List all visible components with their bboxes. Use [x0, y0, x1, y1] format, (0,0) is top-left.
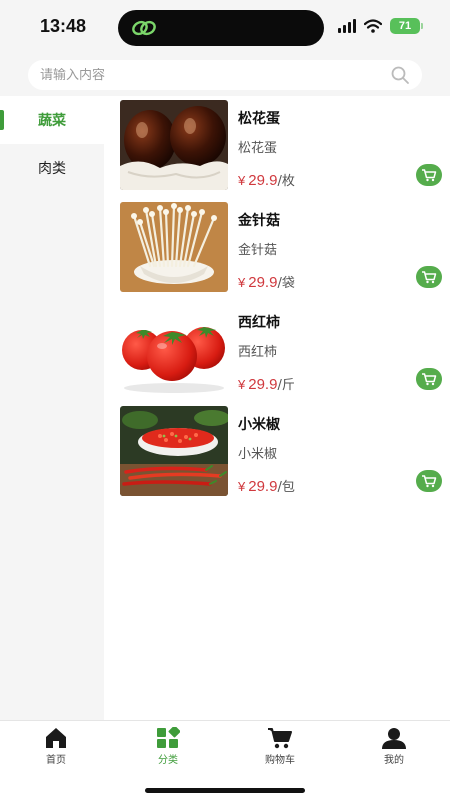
price-unit: /包 — [277, 480, 295, 495]
price-value: 29.9 — [248, 478, 278, 495]
link-icon — [132, 20, 156, 36]
sidebar-item-vegetables[interactable]: 蔬菜 — [0, 96, 104, 144]
tab-label: 购物车 — [265, 755, 295, 766]
category-icon — [157, 727, 180, 748]
product-subtitle: 小米椒 — [238, 447, 278, 462]
price-unit: /斤 — [277, 378, 295, 393]
add-to-cart-button[interactable] — [416, 470, 442, 492]
add-to-cart-button[interactable] — [416, 164, 442, 186]
cart-icon — [422, 271, 437, 284]
cart-icon — [268, 728, 292, 749]
price-unit: /枚 — [277, 174, 295, 189]
sidebar-item-meat[interactable]: 肉类 — [0, 144, 104, 192]
product-price: ¥29.9/斤 — [238, 374, 295, 393]
currency-symbol: ¥ — [238, 173, 246, 188]
cart-icon — [422, 169, 437, 182]
battery-indicator: 71 — [390, 18, 423, 34]
currency-symbol: ¥ — [238, 275, 246, 290]
currency-symbol: ¥ — [238, 479, 246, 494]
product-item[interactable]: 金针菇 金针菇 ¥29.9/袋 — [120, 202, 442, 292]
tab-label: 首页 — [46, 755, 66, 766]
product-subtitle: 金针菇 — [238, 243, 278, 258]
wifi-icon — [364, 19, 382, 33]
home-indicator — [145, 788, 305, 793]
status-time: 13:48 — [40, 16, 87, 36]
dynamic-island — [118, 10, 324, 46]
product-item[interactable]: 小米椒 小米椒 ¥29.9/包 — [120, 406, 442, 496]
price-value: 29.9 — [248, 172, 278, 189]
search-input[interactable] — [40, 67, 390, 83]
product-price: ¥29.9/包 — [238, 476, 295, 495]
tab-profile[interactable]: 我的 — [354, 727, 434, 766]
tab-home[interactable]: 首页 — [16, 727, 96, 766]
product-list: 松花蛋 松花蛋 ¥29.9/枚 金针菇 金针菇 ¥ 29.9/袋 西红柿 西红柿… — [104, 96, 450, 720]
search-bar[interactable] — [28, 60, 422, 90]
cart-icon — [422, 475, 437, 488]
product-subtitle: 西红柿 — [238, 345, 278, 360]
product-image — [120, 100, 228, 190]
tab-cart[interactable]: 购物车 — [240, 727, 320, 766]
profile-icon — [382, 728, 406, 749]
home-icon — [46, 728, 66, 748]
product-item[interactable]: 松花蛋 松花蛋 ¥29.9/枚 — [120, 100, 442, 190]
price-value: 29.9 — [248, 376, 278, 393]
tab-category[interactable]: 分类 — [128, 727, 208, 766]
product-name: 金针菇 — [238, 213, 280, 229]
product-item[interactable]: 西红柿 西红柿 ¥29.9/斤 — [120, 304, 442, 394]
status-bar: 13:48 71 — [0, 0, 450, 56]
tab-label: 分类 — [158, 755, 178, 766]
product-name: 小米椒 — [238, 417, 280, 433]
price-value: 29.9 — [248, 274, 278, 291]
product-price: ¥29.9/枚 — [238, 170, 295, 189]
price-unit: /袋 — [277, 276, 295, 291]
product-price: ¥29.9/袋 — [238, 272, 295, 291]
add-to-cart-button[interactable] — [416, 368, 442, 390]
signal-icon — [338, 19, 356, 33]
product-name: 松花蛋 — [238, 111, 280, 127]
product-image — [120, 202, 228, 292]
category-sidebar: 蔬菜 肉类 — [0, 96, 104, 720]
tab-label: 我的 — [384, 755, 404, 766]
sidebar-item-label: 蔬菜 — [38, 113, 66, 129]
product-name: 西红柿 — [238, 315, 280, 331]
currency-symbol: ¥ — [238, 377, 246, 392]
product-subtitle: 松花蛋 — [238, 141, 278, 156]
search-icon[interactable] — [390, 65, 410, 85]
cart-icon — [422, 373, 437, 386]
add-to-cart-button[interactable] — [416, 266, 442, 288]
sidebar-item-label: 肉类 — [38, 161, 66, 177]
product-image — [120, 304, 228, 394]
product-image — [120, 406, 228, 496]
